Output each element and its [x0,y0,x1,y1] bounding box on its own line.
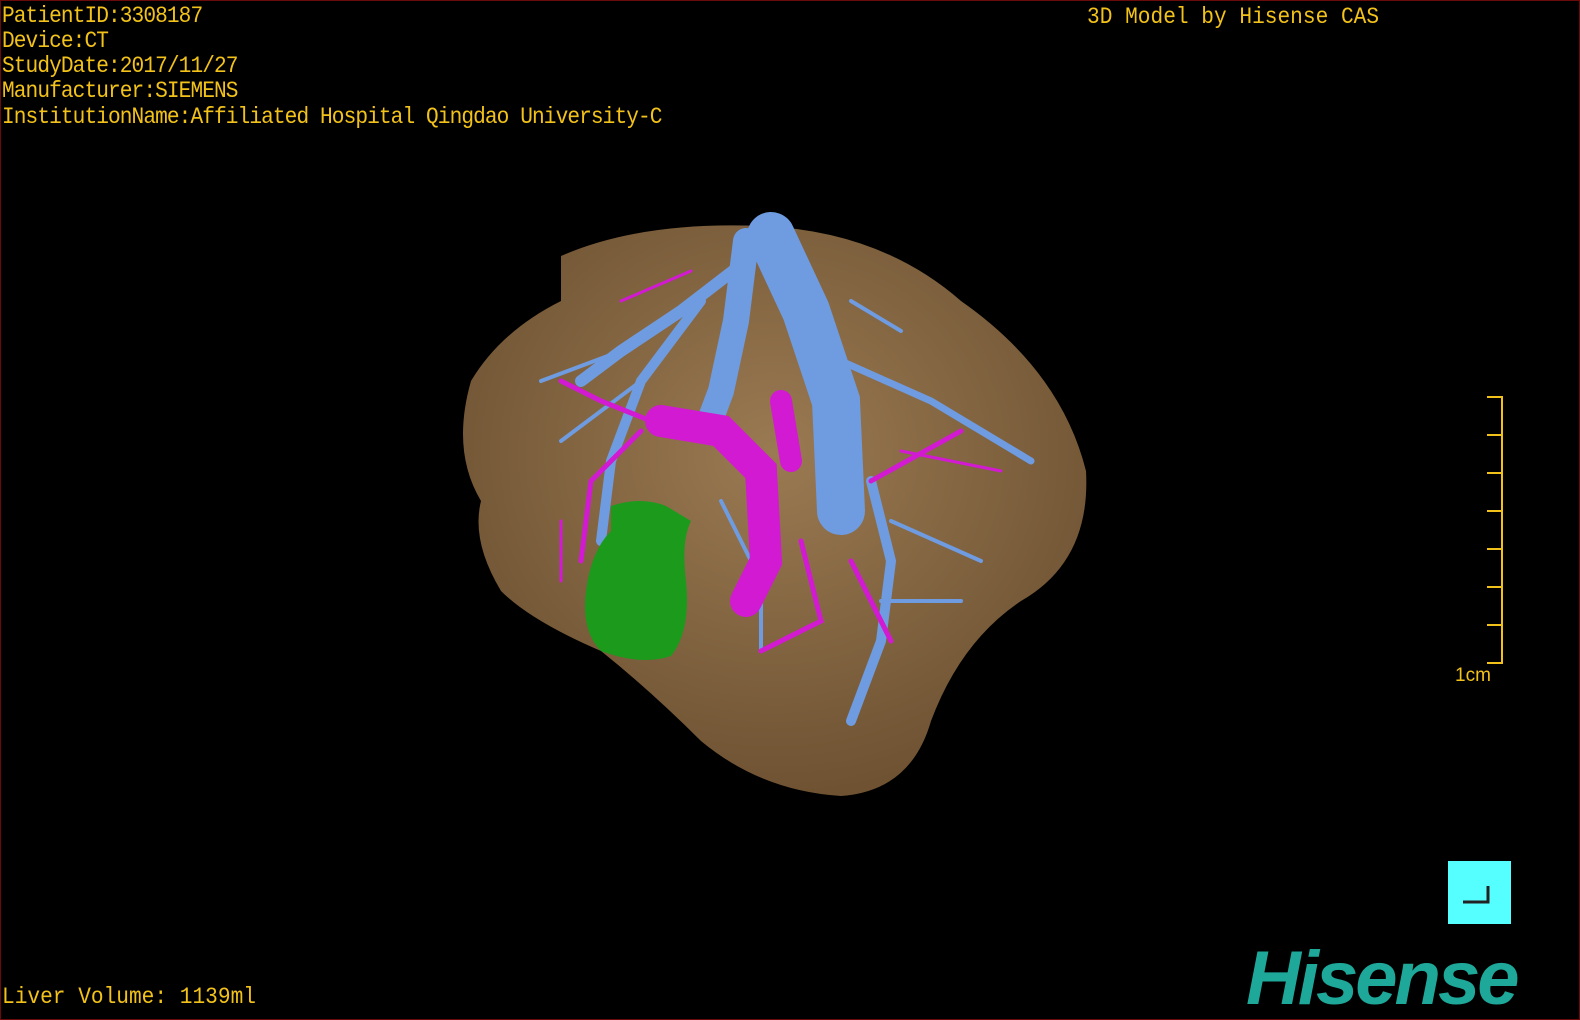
scale-bar [1487,396,1503,664]
3d-viewport[interactable]: PatientID:3308187 Device:CT StudyDate:20… [0,0,1580,1020]
corner-toggle-button[interactable] [1448,861,1511,924]
hisense-logo: Hisense [1246,936,1519,1020]
liver-volume: Liver Volume: 1139ml [2,984,256,1010]
liver-3d-model[interactable] [1,1,1579,1019]
corner-bracket-icon [1463,886,1490,904]
scale-bar-label: 1cm [1455,665,1491,686]
